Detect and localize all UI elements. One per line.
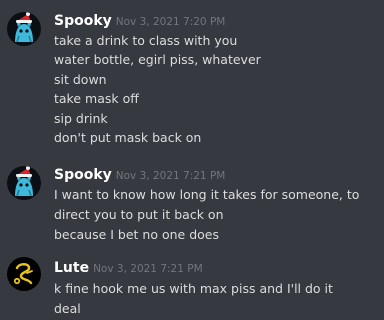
message-header: Lute Nov 3, 2021 7:21 PM <box>54 257 203 276</box>
username[interactable]: Lute <box>54 260 89 276</box>
message-text: direct you to put it back on <box>54 207 224 222</box>
message-header: Spooky Nov 3, 2021 7:20 PM <box>54 10 226 29</box>
message-text: take mask off <box>54 91 139 106</box>
santa-hat-cat-avatar-icon[interactable] <box>7 166 41 200</box>
message-text: deal <box>54 301 81 316</box>
timestamp[interactable]: Nov 3, 2021 7:21 PM <box>93 263 203 275</box>
yellow-symbol-avatar-icon[interactable] <box>7 257 41 291</box>
chat-message-list: Spooky Nov 3, 2021 7:20 PM take a drink t… <box>0 0 384 320</box>
message-text: I want to know how long it takes for som… <box>54 187 360 202</box>
message-text: k fine hook me us with max piss and I'll… <box>54 281 333 296</box>
message-text: don't put mask back on <box>54 130 202 145</box>
username[interactable]: Spooky <box>54 13 112 29</box>
username[interactable]: Spooky <box>54 167 112 183</box>
santa-hat-cat-avatar-icon[interactable] <box>7 12 41 46</box>
message-text: take a drink to class with you <box>54 33 238 48</box>
message-header: Spooky Nov 3, 2021 7:21 PM <box>54 164 226 183</box>
message-text: water bottle, egirl piss, whatever <box>54 52 261 67</box>
message-text: sip drink <box>54 111 108 126</box>
message-text: sit down <box>54 72 107 87</box>
timestamp[interactable]: Nov 3, 2021 7:20 PM <box>116 16 226 28</box>
message-text: because I bet no one does <box>54 227 219 242</box>
timestamp[interactable]: Nov 3, 2021 7:21 PM <box>116 170 226 182</box>
